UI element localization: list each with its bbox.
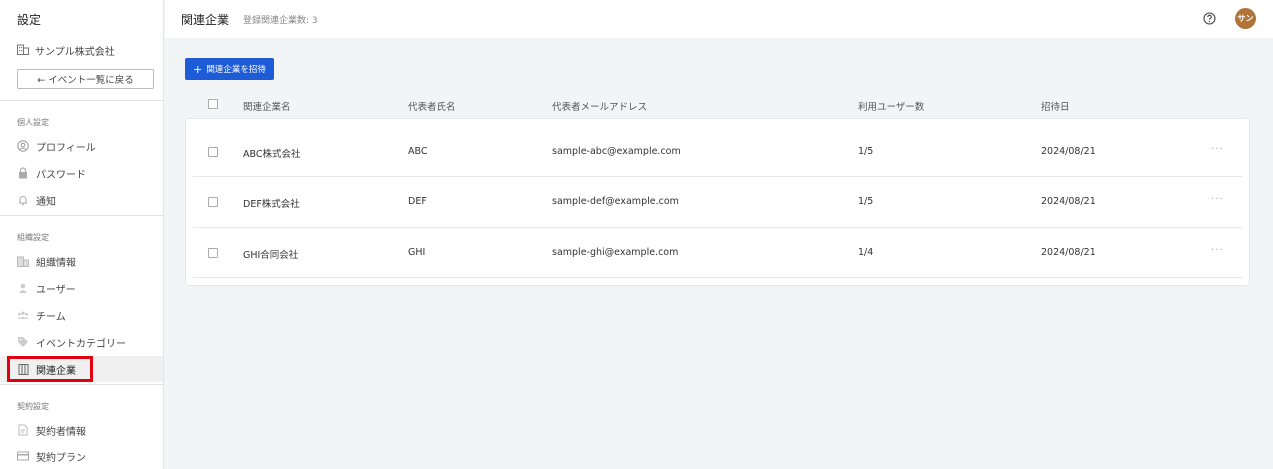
row-more-button[interactable]: ··· — [1211, 194, 1224, 205]
select-all-checkbox[interactable] — [208, 99, 218, 109]
cell-company: DEF株式会社 — [243, 199, 300, 210]
cell-users: 1/4 — [858, 247, 874, 258]
user-icon — [17, 282, 29, 294]
card-icon — [17, 450, 29, 462]
divider — [0, 215, 163, 216]
sidebar-item-label: 通知 — [36, 196, 56, 208]
sidebar: 設定 サンプル株式会社 ← イベント一覧に戻る 個人設定 プロフィール パスワー… — [0, 0, 164, 469]
column-header-company[interactable]: 関連企業名 — [243, 99, 291, 113]
invite-button-label: 関連企業を招待 — [206, 65, 266, 75]
highlight-box — [7, 356, 93, 382]
plus-icon: + — [193, 62, 203, 76]
sidebar-item-label: チーム — [36, 311, 66, 323]
avatar[interactable]: サン — [1235, 8, 1256, 29]
cell-users: 1/5 — [858, 146, 874, 157]
sidebar-item-label: 契約者情報 — [36, 426, 86, 438]
profile-icon — [17, 140, 29, 152]
cell-email: sample-abc@example.com — [552, 146, 681, 157]
sidebar-item-contract-plan[interactable]: 契約プラン — [0, 443, 163, 469]
divider — [0, 100, 163, 101]
cell-invited: 2024/08/21 — [1041, 146, 1096, 157]
org-name: サンプル株式会社 — [17, 43, 115, 58]
row-checkbox[interactable] — [208, 147, 218, 157]
sidebar-item-event-category[interactable]: イベントカテゴリー — [0, 329, 163, 355]
lock-icon — [17, 167, 29, 179]
page-title: 関連企業 — [181, 13, 230, 27]
sidebar-item-label: 組織情報 — [36, 257, 76, 269]
back-to-events-button[interactable]: ← イベント一覧に戻る — [17, 69, 154, 89]
sidebar-item-team[interactable]: チーム — [0, 302, 163, 328]
column-header-email[interactable]: 代表者メールアドレス — [552, 99, 647, 113]
row-divider — [193, 227, 1242, 228]
column-header-invited[interactable]: 招待日 — [1041, 99, 1070, 113]
header: 関連企業 登録関連企業数: 3 サン — [165, 0, 1273, 38]
divider — [0, 384, 163, 385]
sidebar-item-contractor-info[interactable]: 契約者情報 — [0, 417, 163, 443]
cell-representative: DEF — [408, 196, 427, 207]
cell-invited: 2024/08/21 — [1041, 196, 1096, 207]
sidebar-item-label: 契約プラン — [36, 452, 86, 464]
help-icon[interactable] — [1203, 12, 1216, 25]
org-name-label: サンプル株式会社 — [35, 47, 115, 58]
row-more-button[interactable]: ··· — [1211, 144, 1224, 155]
sidebar-item-label: ユーザー — [36, 284, 76, 296]
sidebar-item-password[interactable]: パスワード — [0, 160, 163, 186]
cell-email: sample-def@example.com — [552, 196, 679, 207]
row-divider — [193, 176, 1242, 177]
column-header-users[interactable]: 利用ユーザー数 — [858, 99, 924, 113]
bell-icon — [17, 194, 29, 206]
row-more-button[interactable]: ··· — [1211, 245, 1224, 256]
cell-company: ABC株式会社 — [243, 149, 301, 160]
cell-email: sample-ghi@example.com — [552, 247, 679, 258]
settings-title: 設定 — [17, 13, 42, 27]
row-checkbox[interactable] — [208, 197, 218, 207]
section-organization: 組織設定 — [17, 233, 49, 242]
section-personal: 個人設定 — [17, 118, 49, 127]
row-checkbox[interactable] — [208, 248, 218, 258]
document-edit-icon — [17, 424, 29, 436]
invite-company-button[interactable]: + 関連企業を招待 — [185, 58, 274, 80]
row-divider — [193, 277, 1242, 278]
company-count: 登録関連企業数: 3 — [243, 16, 318, 26]
sidebar-item-label: プロフィール — [36, 142, 96, 154]
sidebar-item-notification[interactable]: 通知 — [0, 187, 163, 213]
building-icon — [17, 255, 29, 267]
cell-representative: GHI — [408, 247, 426, 258]
sidebar-item-label: イベントカテゴリー — [36, 338, 126, 350]
team-icon — [17, 309, 29, 321]
column-header-representative[interactable]: 代表者氏名 — [408, 99, 456, 113]
sidebar-item-label: パスワード — [36, 169, 86, 181]
tag-icon — [17, 336, 29, 348]
sidebar-item-users[interactable]: ユーザー — [0, 275, 163, 301]
cell-invited: 2024/08/21 — [1041, 247, 1096, 258]
sidebar-item-profile[interactable]: プロフィール — [0, 133, 163, 159]
cell-company: GHI合同会社 — [243, 250, 299, 261]
section-contract: 契約設定 — [17, 402, 49, 411]
building-icon — [17, 44, 29, 58]
cell-users: 1/5 — [858, 196, 874, 207]
cell-representative: ABC — [408, 146, 428, 157]
sidebar-item-org-info[interactable]: 組織情報 — [0, 248, 163, 274]
